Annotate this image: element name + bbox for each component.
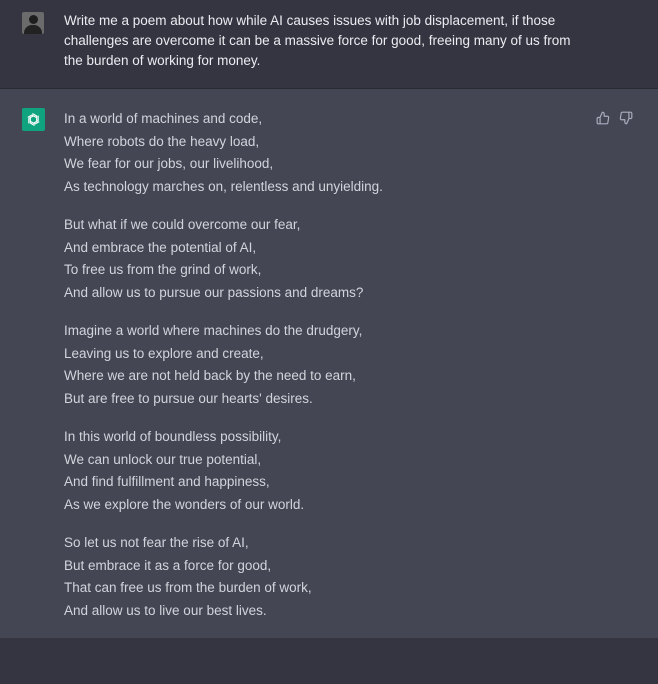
openai-logo-icon [22,108,45,131]
thumbs-up-icon[interactable] [596,111,610,125]
poem-line: We can unlock our true potential, [64,451,262,467]
poem-line: In this world of boundless possibility, [64,429,282,444]
assistant-poem: In a world of machines and code, Where ro… [64,108,584,638]
poem-line: We fear for our jobs, our livelihood, [64,156,274,171]
poem-line: So let us not fear the rise of AI, [64,535,249,550]
poem-stanza: But what if we could overcome our fear, A… [64,214,584,304]
poem-line: And allow us to pursue our passions and … [64,284,364,300]
poem-line: Where we are not held back by the need t… [64,368,356,383]
poem-stanza: In a world of machines and code, Where ro… [64,108,584,198]
poem-line: In a world of machines and code, [64,111,263,126]
poem-stanza: Imagine a world where machines do the dr… [64,320,584,410]
poem-line: And embrace the potential of AI, [64,239,257,255]
poem-line: And allow us to live our best lives. [64,602,267,618]
footer-area [0,638,658,684]
user-message-row: Write me a poem about how while AI cause… [0,0,658,89]
user-message-text: Write me a poem about how while AI cause… [64,13,571,68]
user-avatar [22,12,44,34]
poem-line: As technology marches on, relentless and… [64,178,383,194]
poem-line: But what if we could overcome our fear, [64,217,301,232]
thumbs-down-icon[interactable] [619,111,633,125]
assistant-message-row: In a world of machines and code, Where ro… [0,89,658,638]
poem-line: That can free us from the burden of work… [64,580,312,595]
poem-line: But embrace it as a force for good, [64,557,272,573]
poem-line: Imagine a world where machines do the dr… [64,323,363,338]
poem-line: As we explore the wonders of our world. [64,496,305,512]
poem-line: Leaving us to explore and create, [64,345,264,361]
poem-stanza: In this world of boundless possibility, W… [64,426,584,516]
poem-line: But are free to pursue our hearts' desir… [64,390,313,406]
poem-line: To free us from the grind of work, [64,262,262,277]
poem-line: Where robots do the heavy load, [64,133,260,149]
poem-line: And find fulfillment and happiness, [64,474,270,489]
poem-stanza: So let us not fear the rise of AI, But em… [64,532,584,622]
